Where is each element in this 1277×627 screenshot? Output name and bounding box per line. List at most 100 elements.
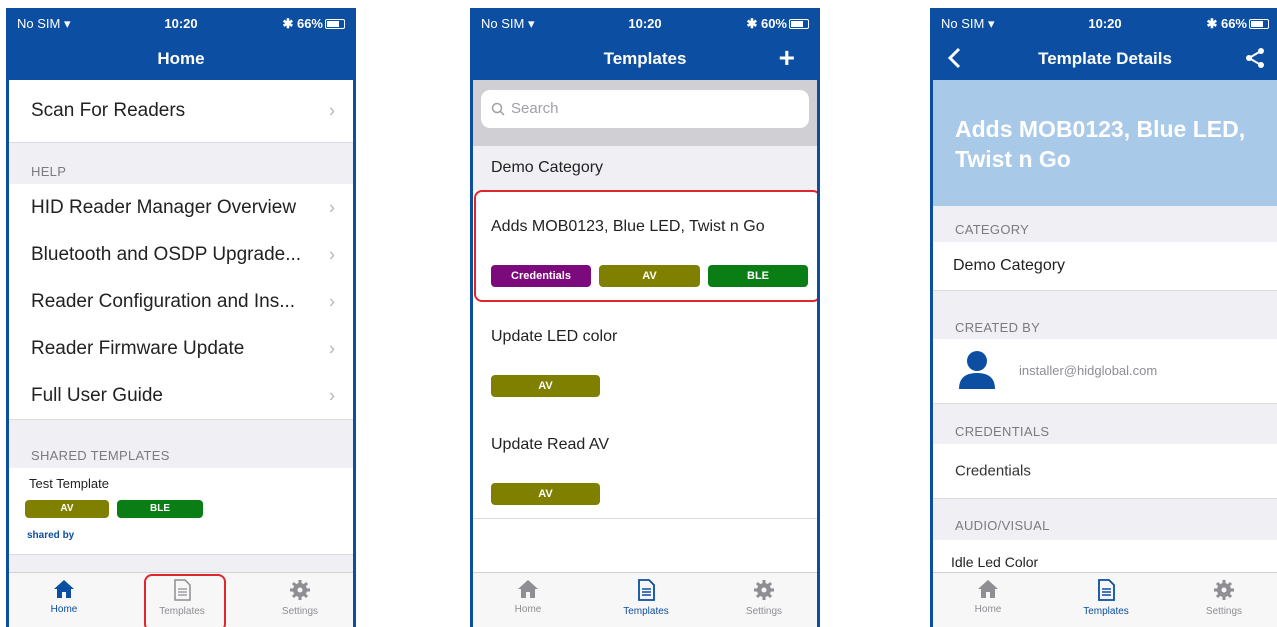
tag-av: AV	[491, 375, 600, 397]
template-name: Update Read AV	[491, 436, 610, 453]
battery-icon	[789, 19, 809, 29]
help-item-label: Reader Firmware Update	[31, 337, 245, 359]
help-item-label: Full User Guide	[31, 384, 163, 406]
help-item[interactable]: Reader Configuration and Ins... ›	[9, 278, 353, 326]
shared-template-item[interactable]: Test Template AV BLE shared by	[9, 468, 353, 555]
page-title: Home	[157, 49, 205, 68]
search-placeholder: Search	[511, 100, 559, 117]
credentials-section-header: CREDENTIALS	[955, 424, 1050, 439]
search-input[interactable]: Search	[481, 90, 809, 128]
chevron-right-icon: ›	[329, 291, 335, 311]
chevron-right-icon: ›	[329, 385, 335, 405]
help-item[interactable]: HID Reader Manager Overview ›	[9, 184, 353, 232]
shared-template-name: Test Template	[29, 476, 109, 491]
tab-settings[interactable]: Settings	[724, 579, 804, 617]
battery-label: ✱ 60%	[746, 16, 787, 31]
tab-templates-label: Templates	[1083, 606, 1129, 617]
shared-templates-header: SHARED TEMPLATES	[31, 448, 170, 463]
scan-for-readers-label: Scan For Readers	[31, 100, 186, 121]
category-row: Demo Category	[933, 242, 1277, 291]
document-icon	[638, 579, 655, 601]
page-title: Template Details	[1038, 49, 1172, 68]
status-bar: No SIM ▾ 10:20 ✱ 66%	[9, 8, 353, 38]
audio-visual-section-header: AUDIO/VISUAL	[955, 518, 1050, 533]
help-item[interactable]: Full User Guide ›	[9, 372, 353, 420]
list-empty-area	[473, 519, 817, 573]
chevron-right-icon: ›	[329, 338, 335, 358]
tag-av: AV	[491, 483, 600, 505]
tab-home[interactable]: Home	[488, 579, 568, 615]
template-item[interactable]: Update LED color AV	[473, 302, 817, 411]
search-icon	[491, 102, 505, 116]
gear-icon	[754, 580, 774, 600]
help-item-label: Bluetooth and OSDP Upgrade...	[31, 243, 302, 265]
home-icon	[518, 580, 538, 598]
templates-tab-highlight	[144, 574, 226, 627]
tab-bar: Home Templates Settings	[933, 572, 1277, 627]
help-item-label: Reader Configuration and Ins...	[31, 290, 296, 312]
selected-template-highlight	[474, 190, 817, 302]
tab-settings-label: Settings	[281, 606, 319, 617]
tab-home-label: Home	[50, 604, 78, 615]
tab-home-label: Home	[974, 604, 1002, 615]
chevron-right-icon: ›	[329, 197, 335, 217]
shared-by-label: shared by	[27, 530, 75, 541]
created-by-row: installer@hidglobal.com	[933, 339, 1277, 404]
share-icon[interactable]	[1243, 46, 1267, 70]
template-hero: Adds MOB0123, Blue LED, Twist n Go	[933, 80, 1277, 206]
gear-icon	[1214, 580, 1234, 600]
nav-bar: Templates +	[473, 38, 817, 80]
battery-label: ✱ 66%	[282, 16, 323, 31]
chevron-right-icon: ›	[329, 244, 335, 264]
scan-for-readers-item[interactable]: Scan For Readers ›	[9, 80, 353, 143]
tag-ble: BLE	[117, 500, 203, 518]
tab-settings[interactable]: Settings	[260, 579, 340, 617]
template-details-screen: No SIM ▾ 10:20 ✱ 66% Template Details Ad…	[930, 8, 1277, 627]
tab-settings-label: Settings	[745, 606, 783, 617]
search-bar: Search	[473, 80, 817, 146]
template-name: Update LED color	[491, 328, 618, 345]
help-section-header: HELP	[31, 164, 67, 179]
credentials-row: Credentials	[933, 444, 1277, 499]
category-section-header: CATEGORY	[955, 222, 1030, 237]
tab-home[interactable]: Home	[24, 579, 104, 615]
category-label: Demo Category	[491, 159, 604, 176]
tab-templates[interactable]: Templates	[1066, 579, 1146, 617]
help-item[interactable]: Bluetooth and OSDP Upgrade... ›	[9, 231, 353, 279]
nav-bar: Template Details	[933, 38, 1277, 80]
templates-screen: No SIM ▾ 10:20 ✱ 60% Templates + Search …	[470, 8, 820, 627]
tab-home[interactable]: Home	[948, 579, 1028, 615]
creator-email: installer@hidglobal.com	[1019, 363, 1158, 378]
tag-av: AV	[25, 500, 109, 518]
home-icon	[978, 580, 998, 598]
credentials-value: Credentials	[955, 462, 1031, 480]
category-value: Demo Category	[953, 257, 1066, 274]
tab-settings[interactable]: Settings	[1184, 579, 1264, 617]
home-screen: No SIM ▾ 10:20 ✱ 66% Home Scan For Reade…	[6, 8, 356, 627]
status-bar: No SIM ▾ 10:20 ✱ 66%	[933, 8, 1277, 38]
gear-icon	[290, 580, 310, 600]
tab-settings-label: Settings	[1205, 606, 1243, 617]
document-icon	[1098, 579, 1115, 601]
battery-icon	[325, 19, 345, 29]
nav-bar: Home	[9, 38, 353, 80]
tab-bar: Home Templates Settings	[473, 572, 817, 627]
help-item-label: HID Reader Manager Overview	[31, 196, 297, 218]
tab-templates[interactable]: Templates	[606, 579, 686, 617]
category-header: Demo Category	[473, 146, 817, 191]
tab-home-label: Home	[514, 604, 542, 615]
user-icon	[959, 351, 995, 389]
status-bar: No SIM ▾ 10:20 ✱ 60%	[473, 8, 817, 38]
template-title: Adds MOB0123, Blue LED, Twist n Go	[955, 116, 1246, 172]
battery-label: ✱ 66%	[1206, 16, 1247, 31]
home-icon	[54, 580, 74, 598]
template-item[interactable]: Update Read AV AV	[473, 410, 817, 519]
tab-templates-label: Templates	[623, 606, 669, 617]
chevron-right-icon: ›	[329, 100, 335, 121]
created-by-section-header: CREATED BY	[955, 320, 1041, 335]
add-template-button[interactable]: +	[779, 42, 795, 74]
page-title: Templates	[603, 49, 687, 68]
battery-icon	[1249, 19, 1269, 29]
help-item[interactable]: Reader Firmware Update ›	[9, 325, 353, 373]
audio-visual-value: Idle Led Color	[951, 554, 1039, 570]
